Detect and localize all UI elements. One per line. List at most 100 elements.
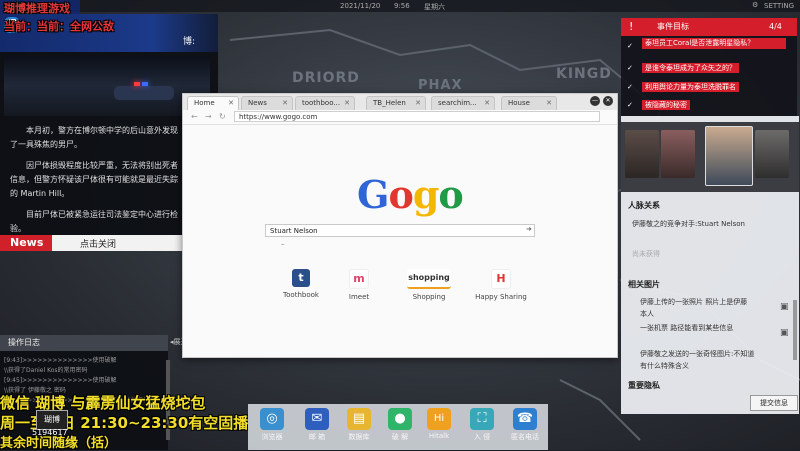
news-paragraph: 因尸体损毁程度比较严重，无法将别出死者信息，但警方怀疑该尸体很有可能就是最近失踪… <box>10 161 178 198</box>
log-line: [9:45]>>>>>>>>>>>>>>使用破解 <box>4 377 117 384</box>
tab-house[interactable]: House ✕ <box>501 96 557 110</box>
event-title: 事件目标 <box>657 22 689 31</box>
portrait-selected[interactable] <box>705 126 753 186</box>
event-text: 泰坦员工Coral是否泄露明星隐私？ <box>642 38 786 49</box>
reload-icon[interactable]: ↻ <box>219 112 226 121</box>
event-item[interactable]: ✓ 泰坦员工Coral是否泄露明星隐私？ <box>627 38 797 55</box>
news-paragraph: 本月初，警方在博尔顿中学的后山意外发现了一具殊焦的男尸。 <box>10 126 178 149</box>
event-text: 利用舆论力量为泰坦洗脱罪名 <box>642 82 739 92</box>
people-item[interactable]: 伊藤敬之的竞争对手:Stuart Nelson <box>632 218 747 230</box>
shortcut-label: Toothbook <box>283 291 319 299</box>
image-icon[interactable]: ▣ <box>780 328 789 338</box>
shortcut-toothbook[interactable]: t Toothbook <box>273 269 329 299</box>
news-photo <box>4 56 210 116</box>
event-item[interactable]: ✓ 是谁令泰坦成为了众矢之的？ <box>627 60 797 77</box>
shortcut-label: Happy Sharing <box>475 293 527 301</box>
settings-button[interactable]: SETTING <box>764 2 794 10</box>
news-tag: News <box>0 235 52 251</box>
photo-item[interactable]: 伊藤上传的一张照片 照片上是伊藤本人 <box>640 296 748 320</box>
hitalk-icon: Hi <box>427 408 451 430</box>
dock-label: 入 侵 <box>473 433 491 441</box>
shortcut-shopping[interactable]: shopping Shopping <box>401 269 457 301</box>
alert-icon: ! <box>629 20 634 33</box>
url-bar[interactable]: https://www.gogo.com <box>234 111 600 122</box>
crack-icon: ● <box>388 408 412 430</box>
tab-label: News <box>248 99 267 107</box>
siren-blue <box>142 82 148 86</box>
close-window-button[interactable]: ✕ <box>603 96 613 106</box>
privacy-header: 重要隐私 <box>628 381 660 390</box>
forward-icon[interactable]: → <box>205 112 212 121</box>
submit-button[interactable]: 提交信息 <box>750 395 798 411</box>
status-time: 9:56 <box>394 2 410 10</box>
tab-searchim[interactable]: searchim... ✕ <box>431 96 495 110</box>
shopping-icon: shopping <box>407 269 451 289</box>
database-icon: ▤ <box>347 408 371 430</box>
dock-hitalk[interactable]: Hi Hitalk <box>422 408 456 440</box>
logo-letter: o <box>438 172 463 217</box>
settings-icon[interactable]: ⚙ <box>752 1 758 9</box>
close-icon[interactable]: ✕ <box>344 97 350 110</box>
dock-browser[interactable]: ◎ 浏览器 <box>255 408 289 442</box>
search-go-icon[interactable]: ➜ <box>526 225 532 233</box>
close-icon[interactable]: ✕ <box>415 97 421 110</box>
close-icon[interactable]: ✕ <box>546 97 552 110</box>
log-title: 操作日志 <box>0 335 168 351</box>
tab-label: Home <box>194 99 215 107</box>
shortcut-imeet[interactable]: m Imeet <box>331 269 387 301</box>
shortcut-label: Shopping <box>412 293 446 301</box>
minimize-button[interactable]: — <box>590 96 600 106</box>
close-icon[interactable]: ✕ <box>282 97 288 110</box>
image-icon[interactable]: ▣ <box>780 302 789 312</box>
mail-icon: ✉ <box>305 408 329 430</box>
shortcut-happy-sharing[interactable]: H Happy Sharing <box>473 269 529 301</box>
close-icon[interactable]: ✕ <box>228 97 234 110</box>
dock-anon-call[interactable]: ☎ 匿名电话 <box>508 408 542 442</box>
dock-intrude[interactable]: ⛶ 入 侵 <box>465 408 499 442</box>
portrait[interactable] <box>661 130 695 178</box>
map-label-left: DRIORD <box>292 70 360 86</box>
dock-label: 数据库 <box>348 433 370 441</box>
tab-home[interactable]: Home ✕ <box>187 96 239 110</box>
portrait[interactable] <box>625 130 659 178</box>
tab-label: toothboo... <box>302 99 341 107</box>
photos-header: 相关图片 <box>628 280 660 289</box>
photo-item[interactable]: 一张机票 路径能看到某些信息 <box>640 322 748 334</box>
search-hint: – <box>281 240 285 248</box>
tab-toothbook[interactable]: toothboo... ✕ <box>295 96 355 110</box>
people-header: 人脉关系 <box>628 201 660 210</box>
tab-tb-helen[interactable]: TB_Helen ✕ <box>366 96 426 110</box>
log-line: \\获得了Daniel Kos的常用密码 <box>4 367 88 374</box>
photo-item[interactable]: 伊藤敬之发送的一张奇怪图片:不知道有什么特殊含义 <box>640 348 756 372</box>
relations-scrollbar[interactable] <box>793 300 797 360</box>
logo-letter: G <box>357 172 389 217</box>
back-icon[interactable]: ← <box>191 112 198 121</box>
imeet-icon: m <box>349 269 369 289</box>
close-news-button[interactable]: 点击关闭 <box>80 237 116 250</box>
portrait[interactable] <box>755 130 789 178</box>
event-header: ! 事件目标 4/4 <box>621 18 797 36</box>
check-icon: ✓ <box>627 42 633 50</box>
people-item: 尚未获得 <box>632 250 660 258</box>
dock-database[interactable]: ▤ 数据库 <box>342 408 376 442</box>
browser-icon: ◎ <box>260 408 284 430</box>
close-icon[interactable]: ✕ <box>484 97 490 110</box>
dock-label: 浏览器 <box>261 433 283 441</box>
status-date: 2021/11/20 <box>340 2 381 10</box>
tab-label: TB_Helen <box>373 99 406 107</box>
tab-news[interactable]: News ✕ <box>241 96 293 110</box>
event-item[interactable]: ✓ 利用舆论力量为泰坦洗脱罪名 <box>627 79 797 96</box>
dock-label: 邮 箱 <box>308 433 326 441</box>
gogo-logo: Gogo <box>357 172 464 217</box>
portrait-strip <box>621 122 799 192</box>
dock-label: Hitalk <box>428 432 450 440</box>
map-label-middle: PHAX <box>418 78 463 93</box>
dock-crack[interactable]: ● 破 解 <box>383 408 417 442</box>
dock-label: 破 解 <box>391 433 409 441</box>
event-item[interactable]: ✓ 被隐藏的秘密 <box>627 97 797 114</box>
search-input[interactable]: Stuart Nelson <box>265 224 535 237</box>
event-text: 被隐藏的秘密 <box>642 100 690 110</box>
news-paragraph: 目前尸体已被紧急运往司法鉴定中心进行检验。 <box>10 210 178 233</box>
dock-mail[interactable]: ✉ 邮 箱 <box>300 408 334 442</box>
browser-window: Home ✕ News ✕ toothboo... ✕ TB_Helen ✕ searc… <box>182 93 618 358</box>
